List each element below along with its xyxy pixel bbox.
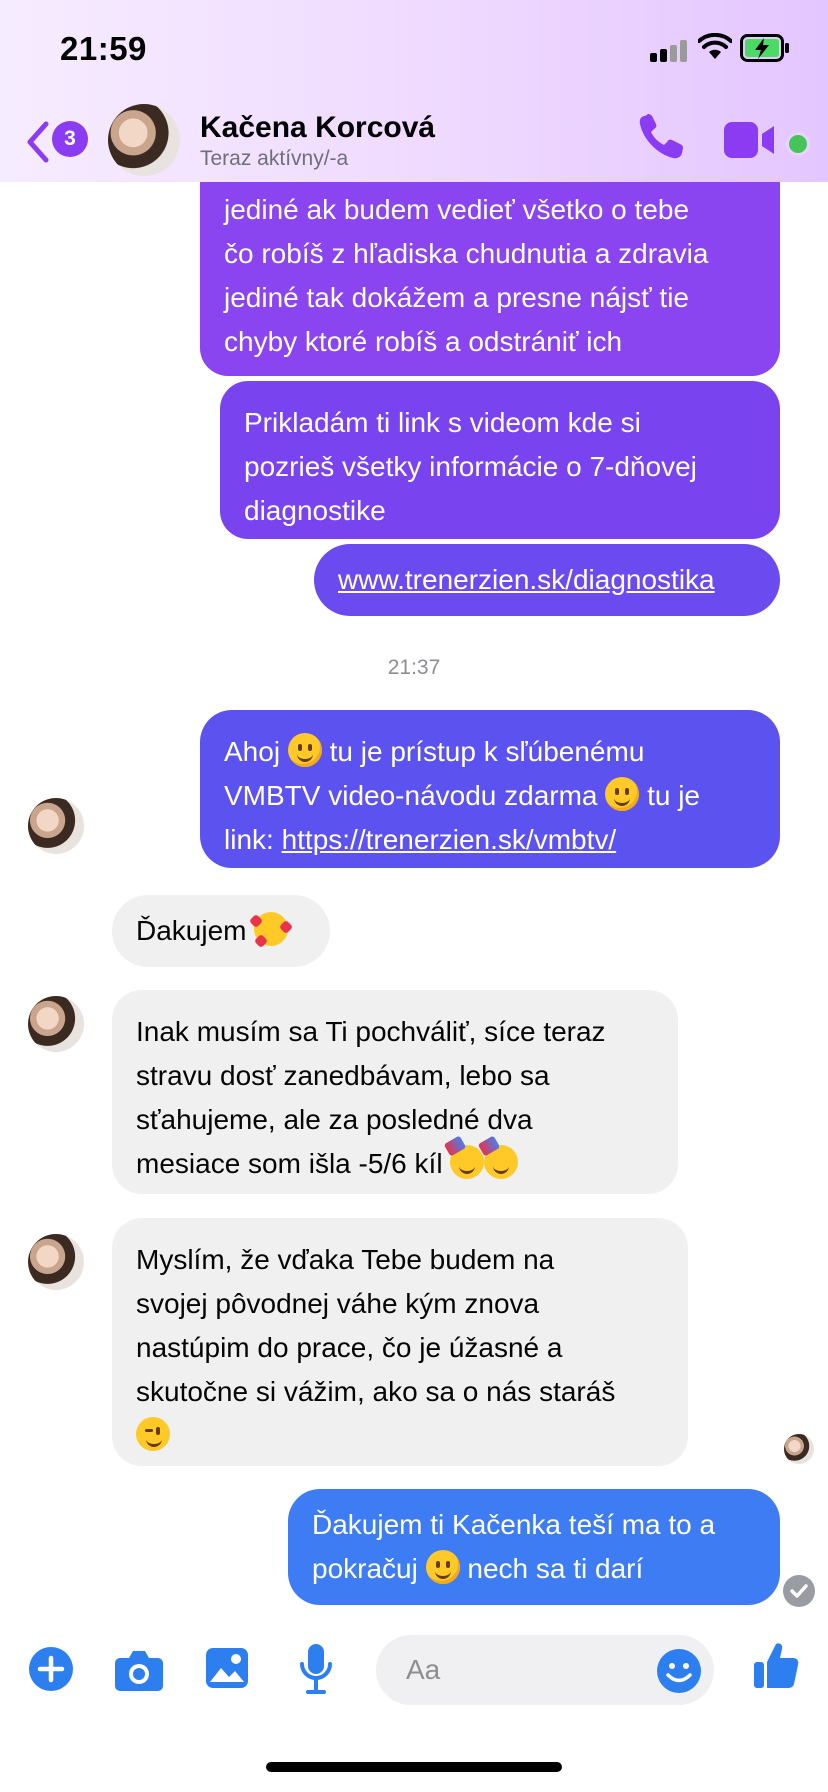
message-text: mesiace som išla -5/6 kíl (136, 1148, 443, 1179)
contact-avatar[interactable] (108, 104, 180, 176)
slightly-smiling-face-emoji (287, 733, 322, 767)
message-text: tu je (647, 780, 701, 811)
message-timestamp: 21:37 (387, 656, 441, 679)
message-outgoing-link[interactable]: www.trenerzien.sk/diagnostika (314, 544, 780, 616)
emoji-icon[interactable] (656, 1648, 702, 1694)
message-incoming[interactable]: Ďakujem (112, 895, 330, 967)
phone-call-icon[interactable] (636, 112, 686, 162)
contact-name[interactable]: Kačena Korcová (200, 111, 435, 145)
partying-face-emoji (444, 1135, 485, 1179)
message-text: pokračuj (312, 1553, 418, 1584)
contact-status: Teraz aktívny/-a (200, 147, 349, 170)
message-line: svojej pôvodnej váhe kým znova (136, 1288, 540, 1319)
message-line: Prikladám ti link s videom kde si (244, 407, 641, 438)
message-line: Ahoj tu je prístup k sľúbenému (224, 730, 756, 774)
diagnostika-link[interactable]: www.trenerzien.sk/diagnostika (338, 564, 715, 595)
partying-face-emoji (478, 1135, 519, 1179)
message-text: Ahoj (224, 736, 281, 767)
message-line (136, 1414, 664, 1458)
message-line: nastúpim do prace, čo je úžasné a (136, 1332, 563, 1363)
gallery-icon[interactable] (204, 1646, 250, 1690)
message-outgoing[interactable]: jediné ak budem vedieť všetko o tebe čo … (200, 170, 780, 376)
unread-badge[interactable]: 3 (52, 121, 88, 157)
winking-face-emoji (136, 1417, 170, 1451)
message-line: stravu dosť zanedbávam, lebo sa (136, 1060, 550, 1091)
message-line: jediné tak dokážem a presne nájsť tie (224, 282, 689, 313)
message-incoming[interactable]: Myslím, že vďaka Tebe budem na svojej pô… (112, 1218, 688, 1466)
message-outgoing[interactable]: Ďakujem ti Kačenka teší ma to a pokračuj… (288, 1489, 780, 1605)
message-line: Inak musím sa Ti pochváliť, síce teraz (136, 1016, 606, 1047)
message-line: Myslím, že vďaka Tebe budem na (136, 1244, 555, 1275)
message-line: pokračuj nech sa ti darí (312, 1547, 756, 1591)
microphone-icon[interactable] (298, 1642, 334, 1696)
message-text: Ďakujem (136, 915, 247, 946)
vmbtv-link[interactable]: https://trenerzien.sk/vmbtv/ (282, 824, 617, 855)
sender-avatar[interactable] (28, 996, 84, 1052)
message-line: diagnostike (244, 495, 386, 526)
seen-receipt-avatar (784, 1434, 814, 1464)
message-line: chyby ktoré robíš a odstrániť ich (224, 326, 623, 357)
message-line: jediné ak budem vedieť všetko o tebe (224, 194, 690, 225)
message-line: pozrieš všetky informácie o 7-dňovej (244, 451, 697, 482)
delivered-check-icon (783, 1575, 815, 1607)
status-time: 21:59 (60, 30, 147, 67)
sender-avatar[interactable] (28, 798, 84, 854)
message-outgoing[interactable]: Ahoj tu je prístup k sľúbenému VMBTV vid… (200, 710, 780, 868)
slightly-smiling-face-emoji (605, 777, 640, 811)
home-indicator[interactable] (266, 1762, 562, 1772)
message-text: nech sa ti darí (467, 1553, 644, 1584)
message-text: tu je prístup k sľúbenému (329, 736, 645, 767)
message-outgoing[interactable]: Prikladám ti link s videom kde si pozrie… (220, 381, 780, 539)
camera-icon[interactable] (114, 1648, 164, 1692)
plus-icon[interactable] (28, 1646, 74, 1692)
header-bar: 21:59 3 Kačena Korcová Teraz aktívny/-a (0, 0, 828, 182)
sender-avatar[interactable] (28, 1234, 84, 1290)
cellular-signal-icon (650, 40, 688, 62)
slightly-smiling-face-emoji (425, 1550, 460, 1584)
message-text: link: (224, 824, 274, 855)
message-text: VMBTV video-návodu zdarma (224, 780, 598, 811)
video-call-icon[interactable] (722, 120, 780, 160)
thumbs-up-icon[interactable] (752, 1640, 800, 1692)
battery-charging-icon (740, 34, 789, 62)
message-line: link: https://trenerzien.sk/vmbtv/ (224, 818, 756, 862)
message-line: sťahujeme, ale za posledné dva (136, 1104, 533, 1135)
message-incoming[interactable]: Inak musím sa Ti pochváliť, síce teraz s… (112, 990, 678, 1194)
active-status-dot (786, 132, 810, 156)
message-line: Ďakujem ti Kačenka teší ma to a (312, 1509, 716, 1540)
message-line: skutočne si vážim, ako sa o nás staráš (136, 1376, 616, 1407)
smiling-face-with-hearts-emoji (249, 912, 294, 949)
wifi-icon (698, 33, 732, 59)
message-line: čo robíš z hľadiska chudnutia a zdravia (224, 238, 709, 269)
message-line: VMBTV video-návodu zdarma tu je (224, 774, 756, 818)
message-line: mesiace som išla -5/6 kíl (136, 1135, 654, 1186)
